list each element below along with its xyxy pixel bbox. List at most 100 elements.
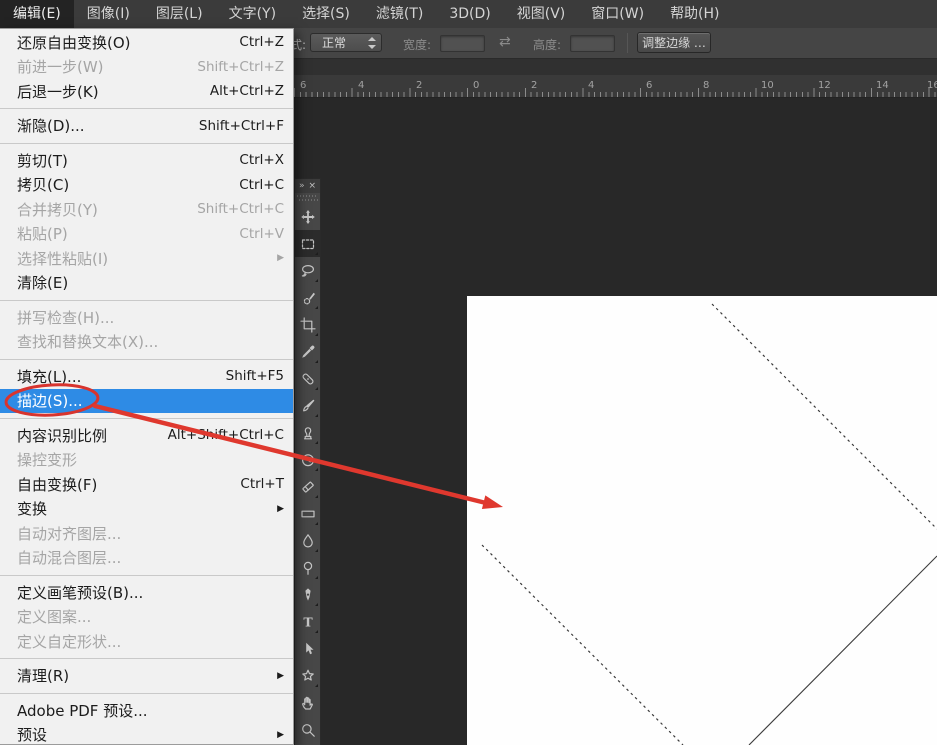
menu-item-label: 定义图案... <box>17 606 284 627</box>
menu-separator <box>0 658 293 659</box>
menubar-item-select[interactable]: 选择(S) <box>289 0 363 28</box>
refine-edge-button[interactable]: 调整边缘 … <box>637 32 711 53</box>
submenu-arrow-icon: ▶ <box>274 664 284 689</box>
menu-item-step-forward[interactable]: 前进一步(W)Shift+Ctrl+Z <box>0 55 293 80</box>
width-input[interactable] <box>440 35 485 52</box>
zoom-icon <box>300 722 316 738</box>
tool-eyedropper[interactable] <box>295 338 320 365</box>
menubar-item-layer[interactable]: 图层(L) <box>143 0 216 28</box>
menu-separator <box>0 418 293 419</box>
menu-separator <box>0 575 293 576</box>
panel-grip-handle[interactable] <box>297 194 318 202</box>
menu-item-label: 清理(R) <box>17 665 274 686</box>
height-input[interactable] <box>570 35 615 52</box>
menu-item-label: Adobe PDF 预设... <box>17 700 284 721</box>
menu-item-label: 自由变换(F) <box>17 474 240 495</box>
collapse-panel-icon[interactable]: » <box>299 179 305 193</box>
menubar-item-3d[interactable]: 3D(D) <box>436 0 503 28</box>
menu-item-define-custom-shape[interactable]: 定义自定形状... <box>0 629 293 654</box>
menu-item-undo-free-transform[interactable]: 还原自由变换(O)Ctrl+Z <box>0 30 293 55</box>
tool-move[interactable] <box>295 203 320 230</box>
close-panel-icon[interactable]: × <box>308 179 316 193</box>
menu-item-shortcut: Ctrl+Z <box>239 34 284 50</box>
menubar-item-image[interactable]: 图像(I) <box>74 0 143 28</box>
menu-item-label: 描边(S)... <box>17 390 284 411</box>
tool-zoom[interactable] <box>295 716 320 743</box>
menu-item-label: 内容识别比例 <box>17 425 168 446</box>
type-icon: T <box>300 614 316 630</box>
hand-icon <box>300 695 316 711</box>
menubar-item-help[interactable]: 帮助(H) <box>657 0 732 28</box>
menu-item-define-pattern[interactable]: 定义图案... <box>0 605 293 630</box>
menu-item-define-brush-preset[interactable]: 定义画笔预设(B)... <box>0 580 293 605</box>
eraser-icon <box>300 479 316 495</box>
menu-separator <box>0 108 293 109</box>
tool-eraser[interactable] <box>295 473 320 500</box>
submenu-arrow-icon: ▶ <box>274 246 284 271</box>
menu-item-find-replace-text[interactable]: 查找和替换文本(X)... <box>0 330 293 355</box>
menu-item-fade[interactable]: 渐隐(D)...Shift+Ctrl+F <box>0 114 293 139</box>
menu-item-paste[interactable]: 粘贴(P)Ctrl+V <box>0 222 293 247</box>
menu-item-shortcut: Shift+F5 <box>226 368 284 384</box>
height-label: 高度: <box>533 36 561 53</box>
tool-spot-healing-brush[interactable] <box>295 365 320 392</box>
menubar-item-edit[interactable]: 编辑(E) <box>0 0 74 28</box>
tool-brush[interactable] <box>295 392 320 419</box>
tool-gradient[interactable] <box>295 500 320 527</box>
custom-shape-icon <box>300 668 316 684</box>
menu-item-label: 还原自由变换(O) <box>17 32 239 53</box>
menu-item-auto-blend-layers[interactable]: 自动混合图层... <box>0 546 293 571</box>
menu-item-step-backward[interactable]: 后退一步(K)Alt+Ctrl+Z <box>0 79 293 104</box>
menu-item-fill[interactable]: 填充(L)...Shift+F5 <box>0 364 293 389</box>
tool-custom-shape[interactable] <box>295 662 320 689</box>
menu-item-label: 填充(L)... <box>17 366 226 387</box>
swap-dimensions-icon[interactable]: ⇄ <box>499 34 511 50</box>
tool-quick-selection[interactable] <box>295 284 320 311</box>
tool-path-selection[interactable] <box>295 635 320 662</box>
menubar-item-view[interactable]: 视图(V) <box>504 0 579 28</box>
menu-item-label: 拼写检查(H)... <box>17 307 284 328</box>
selection-mode-dropdown[interactable]: 正常 <box>310 33 382 52</box>
menu-separator <box>0 359 293 360</box>
width-label: 宽度: <box>403 36 431 53</box>
menu-item-label: 自动对齐图层... <box>17 523 284 544</box>
menubar-item-type[interactable]: 文字(Y) <box>216 0 289 28</box>
tool-clone-stamp[interactable] <box>295 419 320 446</box>
tool-crop[interactable] <box>295 311 320 338</box>
menu-item-label: 预设 <box>17 724 274 745</box>
menu-item-stroke[interactable]: 描边(S)... <box>0 389 293 414</box>
menu-item-label: 渐隐(D)... <box>17 115 199 136</box>
menu-item-transform[interactable]: 变换▶ <box>0 497 293 522</box>
blur-icon <box>300 533 316 549</box>
menu-item-content-aware-scale[interactable]: 内容识别比例Alt+Shift+Ctrl+C <box>0 423 293 448</box>
menu-item-purge[interactable]: 清理(R)▶ <box>0 664 293 689</box>
menu-item-adobe-pdf-presets[interactable]: Adobe PDF 预设... <box>0 698 293 723</box>
submenu-arrow-icon: ▶ <box>274 723 284 745</box>
menu-item-auto-align-layers[interactable]: 自动对齐图层... <box>0 521 293 546</box>
menubar-item-window[interactable]: 窗口(W) <box>578 0 657 28</box>
tool-blur[interactable] <box>295 527 320 554</box>
menu-separator <box>0 300 293 301</box>
tool-history-brush[interactable] <box>295 446 320 473</box>
document-canvas[interactable] <box>467 296 937 745</box>
menu-item-presets[interactable]: 预设▶ <box>0 723 293 745</box>
rectangular-marquee-icon <box>300 236 316 252</box>
menu-item-shortcut: Shift+Ctrl+Z <box>197 59 284 75</box>
menu-item-paste-special[interactable]: 选择性粘贴(I)▶ <box>0 246 293 271</box>
menu-item-free-transform[interactable]: 自由变换(F)Ctrl+T <box>0 472 293 497</box>
menu-item-copy-merged[interactable]: 合并拷贝(Y)Shift+Ctrl+C <box>0 197 293 222</box>
selection-mode-value: 正常 <box>322 36 346 50</box>
menu-item-cut[interactable]: 剪切(T)Ctrl+X <box>0 148 293 173</box>
menubar-item-filter[interactable]: 滤镜(T) <box>363 0 436 28</box>
menu-item-shortcut: Shift+Ctrl+F <box>199 118 284 134</box>
tool-rectangular-marquee[interactable] <box>295 230 320 257</box>
tool-pen[interactable] <box>295 581 320 608</box>
tool-type[interactable]: T <box>295 608 320 635</box>
menu-item-check-spelling[interactable]: 拼写检查(H)... <box>0 305 293 330</box>
tool-lasso[interactable] <box>295 257 320 284</box>
menu-item-puppet-warp[interactable]: 操控变形 <box>0 448 293 473</box>
menu-item-clear[interactable]: 清除(E) <box>0 271 293 296</box>
tool-hand[interactable] <box>295 689 320 716</box>
menu-item-copy[interactable]: 拷贝(C)Ctrl+C <box>0 173 293 198</box>
tool-dodge[interactable] <box>295 554 320 581</box>
